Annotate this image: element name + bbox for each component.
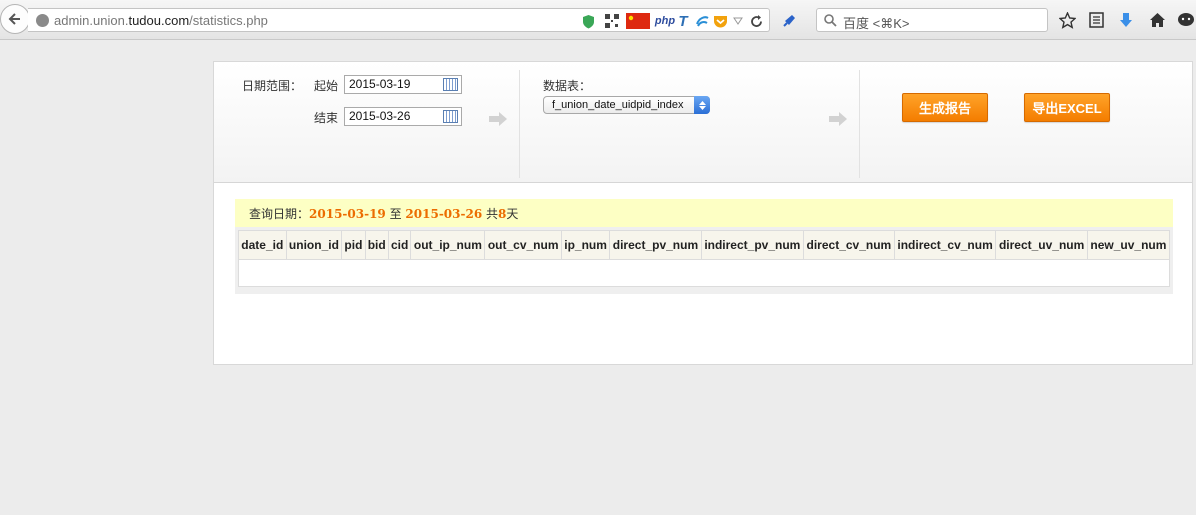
statistics-panel: 日期范围： 起始 2015-03-19 结束 2015-03-26 数据表： f… bbox=[213, 61, 1193, 365]
search-placeholder: 百度 <⌘K> bbox=[843, 16, 910, 31]
column-header: new_uv_num bbox=[1086, 230, 1171, 260]
summary-days-suffix: 天 bbox=[506, 207, 519, 221]
star-icon[interactable] bbox=[1057, 10, 1077, 30]
table-select[interactable]: f_union_date_uidpid_index bbox=[543, 96, 710, 114]
column-header: direct_uv_num bbox=[995, 230, 1088, 260]
reload-icon[interactable] bbox=[748, 13, 764, 29]
url-text: admin.union.tudou.com/statistics.php bbox=[54, 13, 268, 28]
column-header: bid bbox=[364, 230, 389, 260]
column-header: indirect_cv_num bbox=[893, 230, 997, 260]
right-arrow-icon bbox=[489, 112, 507, 126]
generate-report-button[interactable]: 生成报告 bbox=[902, 93, 988, 122]
china-flag-icon[interactable] bbox=[626, 13, 650, 29]
summary-start-date: 2015-03-19 bbox=[309, 207, 386, 221]
globe-icon bbox=[36, 14, 49, 27]
summary-to: 至 bbox=[385, 207, 406, 221]
table-empty-row bbox=[238, 259, 1170, 287]
empty-cell bbox=[238, 259, 1170, 287]
start-date-value: 2015-03-19 bbox=[349, 77, 411, 91]
column-header: out_cv_num bbox=[484, 230, 562, 260]
back-arrow-icon bbox=[8, 13, 20, 25]
download-icon[interactable] bbox=[1116, 10, 1136, 30]
search-bar[interactable]: 百度 <⌘K> bbox=[816, 8, 1048, 32]
summary-prefix: 查询日期： bbox=[249, 207, 310, 221]
column-header: direct_pv_num bbox=[609, 230, 702, 260]
wave-addon-icon[interactable] bbox=[694, 13, 710, 29]
summary-total-prefix: 共 bbox=[482, 207, 499, 221]
export-excel-button[interactable]: 导出EXCEL bbox=[1024, 93, 1110, 122]
column-header: date_id bbox=[238, 230, 287, 260]
calendar-icon[interactable] bbox=[443, 78, 458, 91]
calendar-icon[interactable] bbox=[443, 110, 458, 123]
column-header: indirect_pv_num bbox=[700, 230, 804, 260]
chat-icon[interactable] bbox=[1176, 10, 1196, 30]
table-label: 数据表： bbox=[543, 79, 592, 93]
browser-toolbar: admin.union.tudou.com/statistics.php php… bbox=[0, 0, 1196, 40]
t-addon-icon[interactable]: T bbox=[676, 13, 690, 30]
table-header-row: date_id union_id pid bid cid out_ip_num … bbox=[238, 230, 1171, 260]
search-icon bbox=[824, 14, 837, 27]
php-icon[interactable]: php bbox=[655, 13, 675, 29]
date-range-label: 日期范围： bbox=[242, 79, 303, 93]
column-header: out_ip_num bbox=[410, 230, 486, 260]
query-summary: 查询日期：2015-03-19 至 2015-03-26 共8天 bbox=[235, 199, 1173, 227]
column-header: cid bbox=[387, 230, 412, 260]
statistics-table: date_id union_id pid bid cid out_ip_num … bbox=[238, 230, 1171, 287]
column-header: direct_cv_num bbox=[802, 230, 895, 260]
column-header: union_id bbox=[285, 230, 343, 260]
home-icon[interactable] bbox=[1147, 10, 1167, 30]
end-date-input[interactable]: 2015-03-26 bbox=[344, 107, 462, 126]
pin-addon-icon[interactable] bbox=[780, 10, 800, 30]
table-select-value: f_union_date_uidpid_index bbox=[552, 99, 684, 111]
report-form: 日期范围： 起始 2015-03-19 结束 2015-03-26 数据表： f… bbox=[214, 62, 1192, 183]
start-date-input[interactable]: 2015-03-19 bbox=[344, 75, 462, 94]
qr-code-icon[interactable] bbox=[604, 13, 620, 29]
shield-icon[interactable] bbox=[580, 13, 596, 29]
end-date-value: 2015-03-26 bbox=[349, 109, 411, 123]
address-bar[interactable]: admin.union.tudou.com/statistics.php php… bbox=[28, 8, 770, 32]
column-header: pid bbox=[341, 230, 366, 260]
start-date-label: 起始 bbox=[314, 79, 339, 93]
summary-end-date: 2015-03-26 bbox=[405, 207, 483, 221]
pocket-icon[interactable] bbox=[712, 13, 728, 29]
reading-list-icon[interactable] bbox=[1086, 10, 1106, 30]
dropdown-triangle-icon[interactable] bbox=[732, 13, 744, 29]
section-divider bbox=[859, 70, 860, 178]
column-header: ip_num bbox=[560, 230, 611, 260]
right-arrow-icon bbox=[829, 112, 847, 126]
back-button[interactable] bbox=[0, 4, 30, 34]
end-date-label: 结束 bbox=[314, 111, 339, 125]
select-arrows-icon bbox=[694, 96, 710, 114]
section-divider bbox=[519, 70, 520, 178]
result-section: 查询日期：2015-03-19 至 2015-03-26 共8天 date_id… bbox=[235, 199, 1173, 294]
